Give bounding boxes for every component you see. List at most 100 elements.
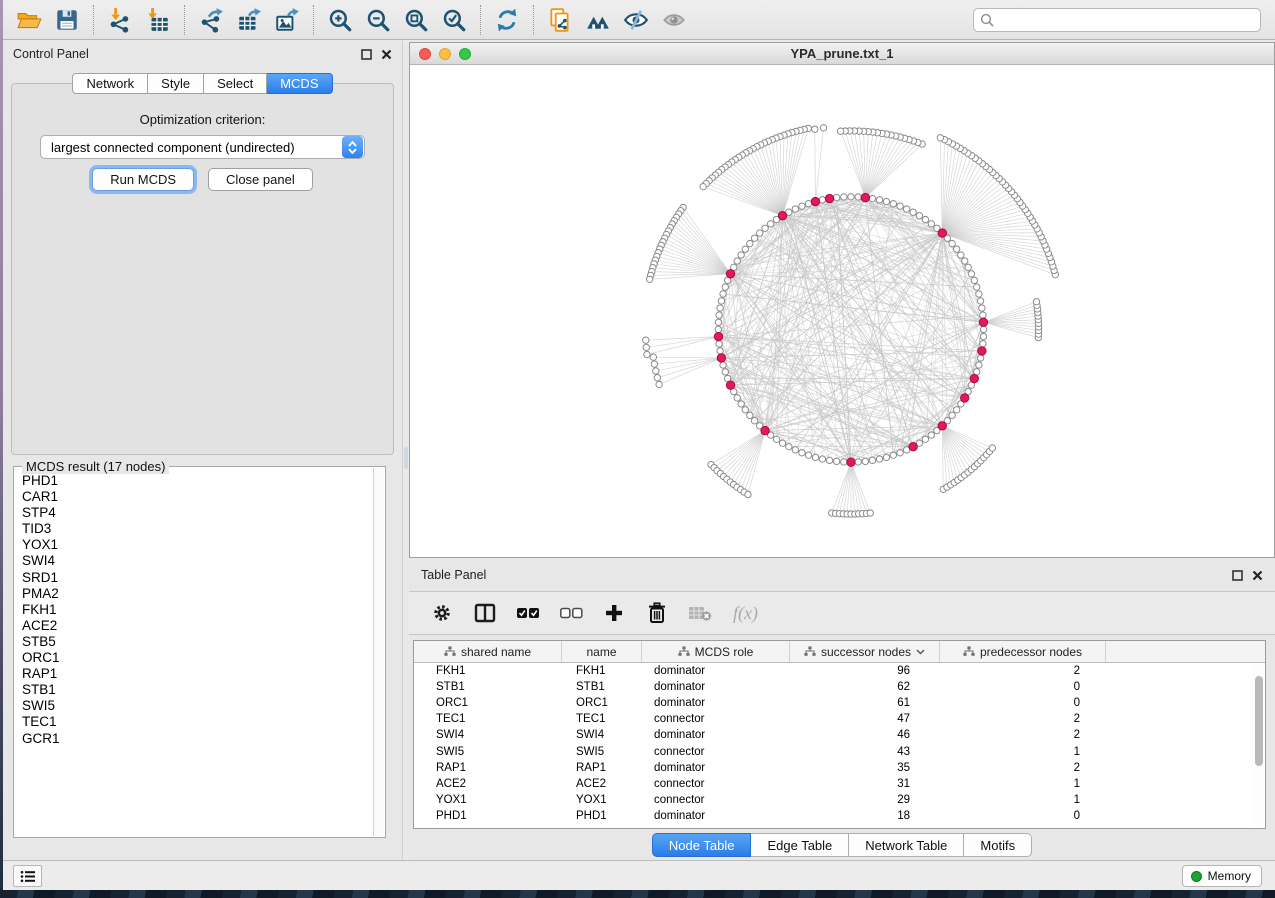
run-mcds-button[interactable]: Run MCDS [92,168,194,191]
tab-network[interactable]: Network [72,73,148,94]
first-neighbors-button[interactable] [583,5,613,35]
mcds-result-item[interactable]: RAP1 [22,666,385,682]
table-scrollbar-thumb[interactable] [1255,676,1263,766]
new-network-from-selection-button[interactable] [545,5,575,35]
mcds-list-scrollbar[interactable] [373,468,384,836]
close-table-panel-icon[interactable] [1252,570,1263,581]
tab-mcds[interactable]: MCDS [267,73,332,94]
col-header-shared-name[interactable]: shared name [414,641,562,662]
mcds-hub-node[interactable] [938,422,946,430]
mcds-result-item[interactable]: ACE2 [22,618,385,634]
mcds-hub-node[interactable] [978,347,986,355]
deselect-all-rows-button[interactable] [558,600,584,626]
save-session-button[interactable] [52,5,82,35]
tab-select[interactable]: Select [204,73,267,94]
mcds-hub-node[interactable] [761,426,769,434]
network-canvas[interactable] [410,65,1274,557]
mcds-result-item[interactable]: SWI4 [22,553,385,569]
mcds-result-item[interactable]: ORC1 [22,650,385,666]
cell-shared-name: RAP1 [414,760,562,776]
table-row[interactable]: ORC1ORC1dominator610 [414,695,1265,711]
zoom-selected-button[interactable] [439,5,469,35]
import-table-button[interactable] [143,5,173,35]
zoom-fit-button[interactable] [401,5,431,35]
optimization-criterion-select[interactable]: largest connected component (undirected) [40,135,365,159]
mcds-result-item[interactable]: STP4 [22,505,385,521]
delete-column-button[interactable] [644,600,670,626]
mcds-result-item[interactable]: TEC1 [22,714,385,730]
mcds-hub-node[interactable] [717,354,725,362]
mcds-result-item[interactable]: PMA2 [22,586,385,602]
mcds-hub-node[interactable] [726,381,734,389]
tab-edge-table[interactable]: Edge Table [751,833,849,857]
table-row[interactable]: FKH1FKH1dominator962 [414,663,1265,679]
table-row[interactable]: STB1STB1dominator620 [414,679,1265,695]
memory-button[interactable]: Memory [1182,865,1262,887]
mcds-result-item[interactable]: STB1 [22,682,385,698]
hide-selected-button[interactable] [621,5,651,35]
import-network-button[interactable] [105,5,135,35]
mcds-result-list[interactable]: PHD1CAR1STP4TID3YOX1SWI4SRD1PMA2FKH1ACE2… [14,467,385,747]
tab-style[interactable]: Style [148,73,204,94]
mcds-hub-node[interactable] [961,394,969,402]
zoom-in-button[interactable] [325,5,355,35]
mcds-hub-node[interactable] [909,442,917,450]
cell-mcds-role: dominator [642,679,790,695]
tab-network-table[interactable]: Network Table [849,833,964,857]
open-session-button[interactable] [14,5,44,35]
column-settings-button[interactable] [429,600,455,626]
mcds-result-item[interactable]: SWI5 [22,698,385,714]
mcds-hub-node[interactable] [979,318,987,326]
splitter-grip[interactable] [404,447,408,469]
table-row[interactable]: TEC1TEC1connector472 [414,711,1265,727]
mcds-hub-node[interactable] [861,193,869,201]
mcds-hub-node[interactable] [847,458,855,466]
export-network-button[interactable] [196,5,226,35]
apply-layout-button[interactable] [492,5,522,35]
mcds-hub-node[interactable] [778,212,786,220]
mcds-result-item[interactable]: YOX1 [22,537,385,553]
col-header-mcds-role[interactable]: MCDS role [642,641,790,662]
mcds-hub-node[interactable] [825,194,833,202]
close-panel-button[interactable]: Close panel [208,168,313,191]
cell-mcds-role: dominator [642,663,790,679]
tab-motifs[interactable]: Motifs [964,833,1032,857]
search-input[interactable] [973,8,1261,32]
float-table-panel-icon[interactable] [1232,570,1243,581]
table-row[interactable]: ACE2ACE2connector311 [414,776,1265,792]
mcds-result-item[interactable]: FKH1 [22,602,385,618]
col-header-name[interactable]: name [562,641,642,662]
tab-node-table[interactable]: Node Table [652,833,752,857]
zoom-selected-icon [441,7,467,33]
export-table-button[interactable] [234,5,264,35]
table-row[interactable]: RAP1RAP1dominator352 [414,760,1265,776]
table-row[interactable]: SWI5SWI5connector431 [414,743,1265,759]
cell-filler [1106,695,1265,711]
mcds-result-item[interactable]: SRD1 [22,570,385,586]
mcds-result-item[interactable]: PHD1 [22,473,385,489]
mcds-hub-node[interactable] [970,374,978,382]
mcds-hub-node[interactable] [726,270,734,278]
table-row[interactable]: PHD1PHD1dominator180 [414,808,1265,824]
mcds-hub-node[interactable] [714,332,722,340]
mcds-hub-node[interactable] [938,229,946,237]
show-panel-list-button[interactable] [13,865,42,887]
col-header-successor-nodes[interactable]: successor nodes [790,641,940,662]
mcds-result-item[interactable]: GCR1 [22,731,385,747]
table-scrollbar[interactable] [1253,664,1264,827]
mcds-hub-node[interactable] [811,197,819,205]
col-header-predecessor-nodes[interactable]: predecessor nodes [940,641,1106,662]
network-window-titlebar[interactable]: YPA_prune.txt_1 [410,43,1274,65]
add-column-button[interactable] [601,600,627,626]
split-panel-button[interactable] [472,600,498,626]
mcds-result-item[interactable]: STB5 [22,634,385,650]
export-image-button[interactable] [272,5,302,35]
zoom-out-button[interactable] [363,5,393,35]
select-all-rows-button[interactable] [515,600,541,626]
close-panel-icon[interactable] [381,49,392,60]
table-row[interactable]: SWI4SWI4dominator462 [414,727,1265,743]
float-panel-icon[interactable] [361,49,372,60]
table-row[interactable]: YOX1YOX1connector291 [414,792,1265,808]
mcds-result-item[interactable]: CAR1 [22,489,385,505]
mcds-result-item[interactable]: TID3 [22,521,385,537]
